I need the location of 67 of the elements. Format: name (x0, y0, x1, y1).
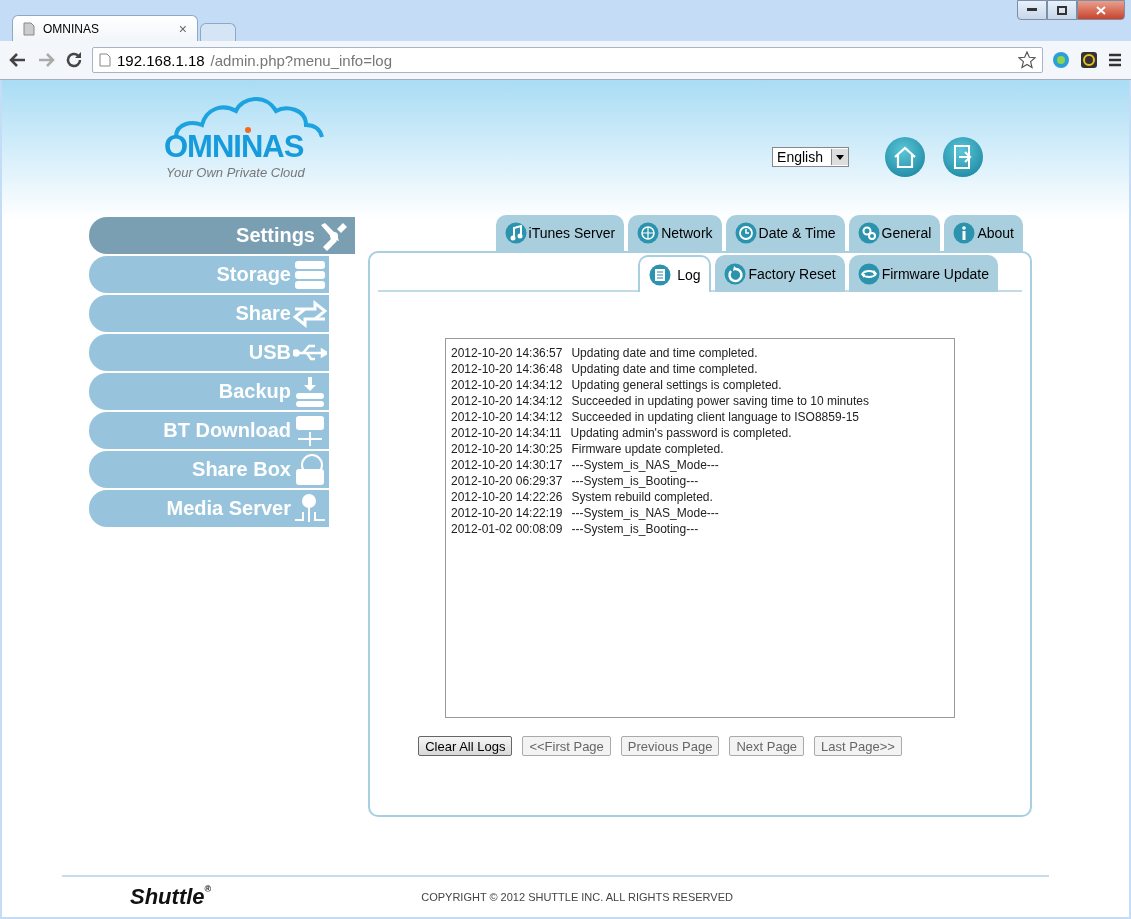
tab[interactable]: Log (638, 255, 712, 292)
maximize-icon (1057, 5, 1067, 15)
logo-tagline: Your Own Private Cloud (166, 165, 305, 181)
tab[interactable]: Factory Reset (715, 255, 845, 292)
sidebar-icon (293, 452, 327, 487)
close-icon (1096, 5, 1106, 15)
tab[interactable]: Network (628, 215, 722, 251)
tab-icon (857, 262, 880, 285)
log-time: 2012-10-20 14:34:12 (451, 377, 563, 393)
log-time: 2012-10-20 14:34:12 (451, 409, 563, 425)
log-message: Succeeded in updating power saving time to 10 minutes (571, 393, 869, 409)
language-select[interactable]: English (772, 147, 849, 167)
maximize-button[interactable] (1047, 0, 1077, 20)
tab[interactable]: General (848, 215, 941, 251)
log-time: 2012-10-20 14:22:26 (451, 489, 563, 505)
tab-icon (637, 222, 660, 244)
log-message: Updating general settings is completed. (571, 377, 782, 393)
log-time: 2012-10-20 06:29:37 (451, 473, 563, 489)
log-textarea[interactable] (445, 338, 955, 718)
logo-text: OMNINAS (164, 131, 304, 163)
tab-icon (724, 262, 747, 285)
log-time: 2012-10-20 14:36:48 (451, 361, 563, 377)
log-time: 2012-10-20 14:34:12 (451, 393, 563, 409)
log-message: Updating date and time completed. (571, 345, 758, 361)
log-message: Updating date and time completed. (571, 361, 758, 377)
tab-icon (504, 222, 527, 244)
log-time: 2012-10-20 14:22:19 (451, 505, 563, 521)
brand-logo-text: Shuttle® (130, 884, 212, 910)
tab[interactable]: About (944, 215, 1023, 251)
menu-icon[interactable] (1107, 52, 1123, 69)
tab-icon (953, 222, 976, 244)
sidebar-icon (293, 374, 327, 409)
page-icon (23, 21, 35, 36)
tab[interactable]: iTunes Server (495, 215, 625, 251)
pager-button[interactable]: Clear All Logs (418, 736, 513, 756)
logout-button[interactable] (943, 137, 983, 177)
minimize-icon (1027, 8, 1037, 12)
tab[interactable]: Firmware Update (848, 255, 998, 292)
log-message: ---System_is_NAS_Mode--- (571, 505, 719, 521)
dropdown-arrow-icon (836, 154, 844, 160)
log-message: Updating admin's password is completed. (570, 425, 792, 441)
log-message: ---System_is_Booting--- (571, 473, 699, 489)
tab[interactable]: Date & Time (725, 215, 845, 251)
close-button[interactable] (1077, 0, 1125, 20)
browser-tab[interactable]: OMNINAS × (12, 15, 198, 42)
home-button[interactable] (885, 137, 925, 177)
tab-icon (734, 222, 757, 244)
log-message: System rebuild completed. (571, 489, 713, 505)
tab-icon (649, 263, 672, 286)
address-bar[interactable]: 192.168.1.18 /admin.php?menu_info=log (92, 47, 1043, 74)
star-icon[interactable] (1018, 51, 1036, 70)
log-message: ---System_is_Booting--- (571, 521, 699, 537)
home-icon (892, 145, 918, 169)
extension-icon[interactable] (1079, 50, 1099, 71)
copyright-text: COPYRIGHT © 2012 SHUTTLE INC. ALL RIGHTS RESERVED (421, 891, 733, 903)
sidebar-icon (293, 413, 327, 448)
log-time: 2012-10-20 14:30:17 (451, 457, 563, 473)
log-time: 2012-10-20 14:36:57 (451, 345, 563, 361)
page-icon (99, 53, 111, 68)
log-time: 2012-10-20 14:30:25 (451, 441, 563, 457)
log-message: ---System_is_NAS_Mode--- (571, 457, 719, 473)
minimize-button[interactable] (1017, 0, 1047, 20)
tab-icon (857, 222, 880, 244)
log-message: Succeeded in updating client language to ISO8859-15 (571, 409, 859, 425)
log-message: Firmware update completed. (571, 441, 724, 457)
log-time: 2012-01-02 00:08:09 (451, 521, 563, 537)
log-time: 2012-10-20 14:34:11 (451, 425, 562, 441)
